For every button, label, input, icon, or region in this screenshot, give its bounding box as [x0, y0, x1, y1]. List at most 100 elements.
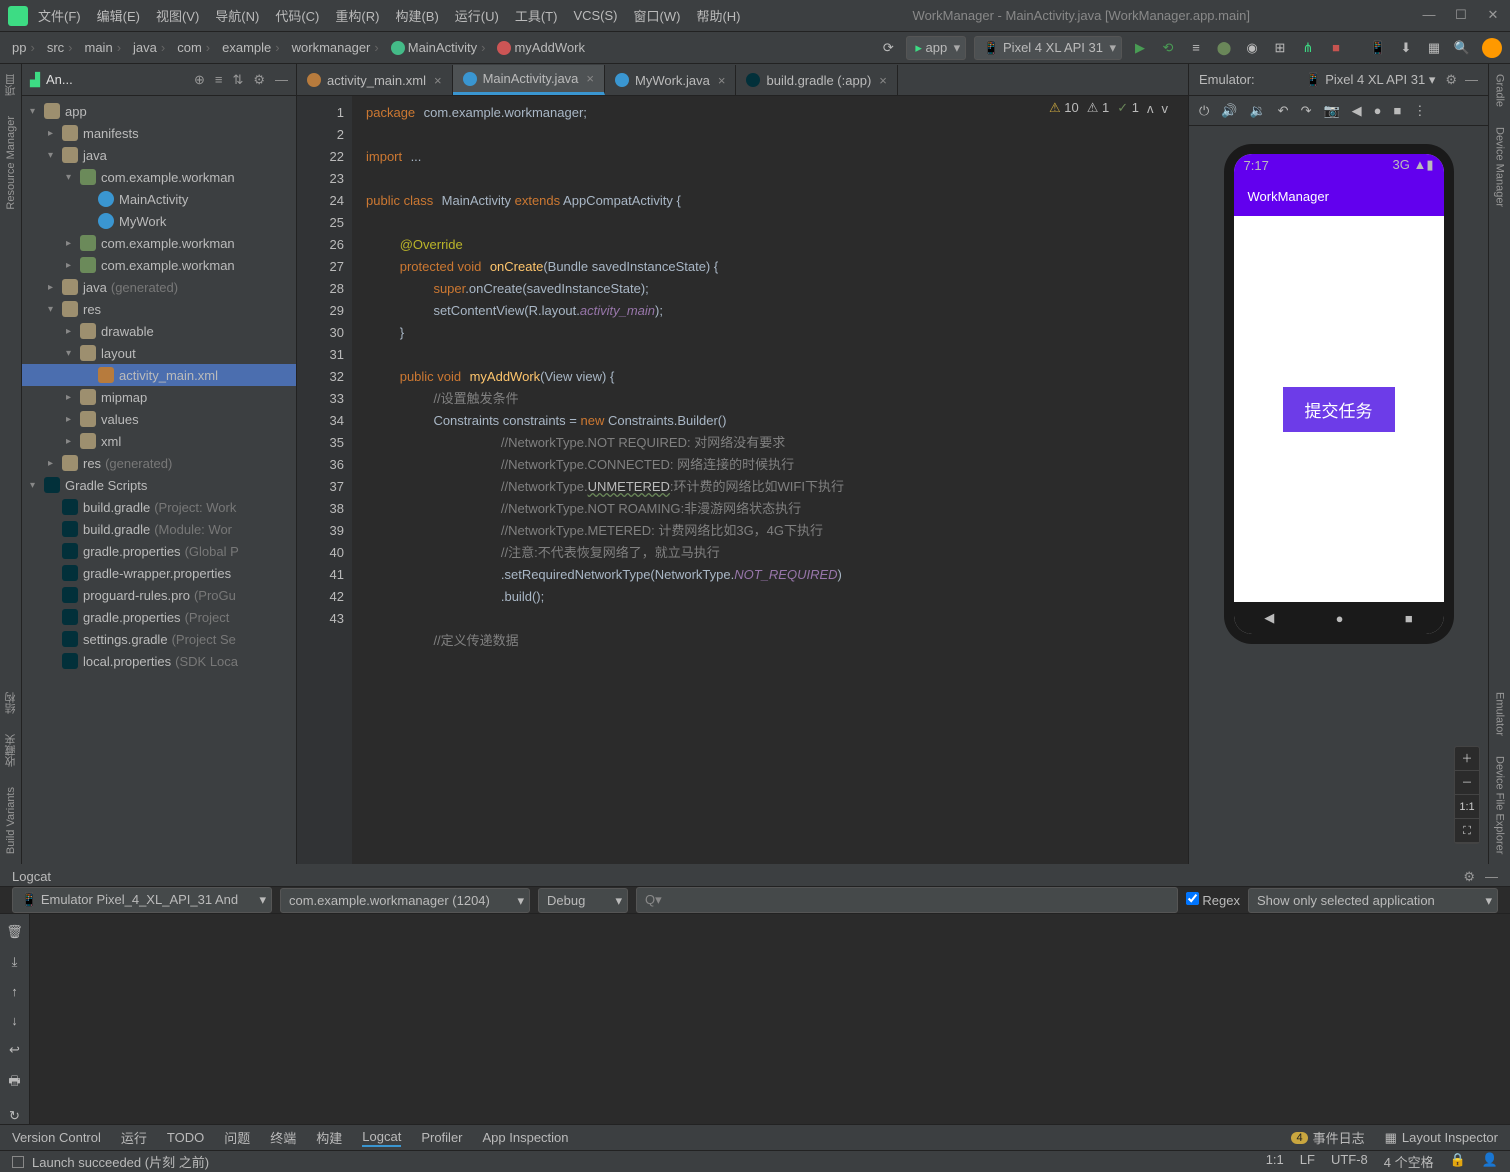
- menu-item[interactable]: 文件(F): [38, 6, 81, 25]
- breadcrumb-item[interactable]: workmanager: [288, 40, 387, 55]
- logcat-settings-icon[interactable]: ⚙: [1463, 869, 1475, 885]
- emulator-hide-icon[interactable]: —: [1465, 72, 1478, 87]
- restart-icon[interactable]: ↻: [9, 1108, 20, 1124]
- device-file-explorer-tab[interactable]: Device File Explorer: [1494, 756, 1506, 854]
- tree-node[interactable]: gradle.properties(Project: [22, 606, 296, 628]
- down-icon[interactable]: ↓: [11, 1013, 18, 1028]
- layout-inspector-button[interactable]: ▦ Layout Inspector: [1385, 1128, 1498, 1147]
- tree-node[interactable]: ▾layout: [22, 342, 296, 364]
- more-icon[interactable]: ⋮: [1413, 103, 1426, 119]
- coverage-icon[interactable]: ⊞: [1270, 40, 1290, 56]
- menu-item[interactable]: 代码(C): [275, 6, 319, 25]
- logcat-device-dropdown[interactable]: 📱 Emulator Pixel_4_XL_API_31 And: [12, 887, 272, 913]
- tree-node[interactable]: gradle-wrapper.properties: [22, 562, 296, 584]
- minimize-icon[interactable]: —: [1420, 7, 1438, 25]
- bottom-tool-构建[interactable]: 构建: [316, 1128, 342, 1147]
- breadcrumb-item[interactable]: src: [43, 40, 81, 55]
- attach-debugger-icon[interactable]: ⬤: [1214, 40, 1234, 56]
- bottom-tool-Version Control[interactable]: Version Control: [12, 1128, 101, 1147]
- resource-manager-tab[interactable]: Resource Manager: [5, 116, 17, 210]
- tree-node[interactable]: ▸java(generated): [22, 276, 296, 298]
- volume-down-icon[interactable]: 🔉: [1249, 103, 1265, 119]
- avd-icon[interactable]: 📱: [1368, 40, 1388, 56]
- bottom-tool-Profiler[interactable]: Profiler: [421, 1128, 462, 1147]
- back-icon[interactable]: ◀: [1352, 103, 1362, 119]
- device-manager-tab[interactable]: Device Manager: [1494, 127, 1506, 207]
- menu-item[interactable]: 编辑(E): [97, 6, 140, 25]
- up-icon[interactable]: ↑: [11, 984, 18, 999]
- editor-tab[interactable]: activity_main.xml×: [297, 65, 453, 95]
- editor-gutter[interactable]: 1222232425262728293031323334353637383940…: [297, 96, 352, 864]
- project-tool-tab[interactable]: 项目: [3, 74, 19, 96]
- overview-icon[interactable]: ■: [1394, 103, 1402, 118]
- tree-node[interactable]: ▾res: [22, 298, 296, 320]
- scroll-end-icon[interactable]: ⤓: [12, 954, 18, 970]
- hide-icon[interactable]: —: [275, 72, 288, 87]
- tree-node[interactable]: ▸values: [22, 408, 296, 430]
- tree-node[interactable]: proguard-rules.pro(ProGu: [22, 584, 296, 606]
- build-variants-tab[interactable]: Build Variants: [5, 787, 17, 854]
- tab-close-icon[interactable]: ×: [879, 73, 887, 88]
- structure-tool-tab[interactable]: 结构: [3, 692, 19, 714]
- target-icon[interactable]: ⊕: [194, 72, 205, 88]
- bottom-tool-运行[interactable]: 运行: [121, 1128, 147, 1147]
- menu-item[interactable]: 重构(R): [335, 6, 379, 25]
- menu-item[interactable]: VCS(S): [573, 8, 617, 23]
- android-icon[interactable]: ⋔: [1298, 40, 1318, 56]
- sync-icon[interactable]: ⟳: [878, 40, 898, 56]
- emulator-settings-icon[interactable]: ⚙: [1445, 72, 1457, 88]
- menu-item[interactable]: 导航(N): [215, 6, 259, 25]
- inspections-widget[interactable]: ⚠ 10 ⚠ 1 ✓ 1 ʌv: [1049, 100, 1168, 116]
- tree-node[interactable]: ▾app: [22, 100, 296, 122]
- tree-node[interactable]: ▸mipmap: [22, 386, 296, 408]
- device-screen[interactable]: 7:173G ▲▮ WorkManager 提交任务 ◀●■: [1234, 154, 1444, 634]
- rotate-left-icon[interactable]: ↶: [1278, 103, 1289, 119]
- wrap-icon[interactable]: ↩: [9, 1042, 20, 1058]
- logcat-level-dropdown[interactable]: Debug: [538, 888, 628, 913]
- bottom-tool-App Inspection[interactable]: App Inspection: [483, 1128, 569, 1147]
- print-icon[interactable]: 🖶: [8, 1072, 20, 1094]
- zoom-out-icon[interactable]: －: [1455, 771, 1479, 795]
- tree-node[interactable]: ▸drawable: [22, 320, 296, 342]
- clear-icon[interactable]: 🗑: [6, 924, 23, 940]
- sdk-icon[interactable]: ⬇: [1396, 40, 1416, 56]
- device-nav-bar[interactable]: ◀●■: [1234, 602, 1444, 634]
- structure-icon[interactable]: ▦: [1424, 40, 1444, 56]
- tab-close-icon[interactable]: ×: [586, 71, 594, 86]
- favorites-tool-tab[interactable]: 收藏夹: [3, 734, 19, 767]
- lock-icon[interactable]: 🔒: [1450, 1152, 1466, 1171]
- tree-node[interactable]: settings.gradle(Project Se: [22, 628, 296, 650]
- bottom-tool-Logcat[interactable]: Logcat: [362, 1128, 401, 1147]
- breadcrumb-item[interactable]: pp: [8, 40, 43, 55]
- zoom-in-icon[interactable]: ＋: [1455, 747, 1479, 771]
- encoding[interactable]: UTF-8: [1331, 1152, 1368, 1171]
- inspect-icon[interactable]: 👤: [1482, 1152, 1498, 1171]
- tree-node[interactable]: local.properties(SDK Loca: [22, 650, 296, 672]
- logcat-search-input[interactable]: Q▾: [636, 887, 1178, 913]
- zoom-11-icon[interactable]: 1:1: [1455, 795, 1479, 819]
- status-indicator-icon[interactable]: [12, 1156, 24, 1168]
- logcat-regex-checkbox[interactable]: Regex: [1186, 892, 1240, 908]
- tree-node[interactable]: build.gradle(Module: Wor: [22, 518, 296, 540]
- debug-icon[interactable]: ≡: [1186, 40, 1206, 55]
- run-config-dropdown[interactable]: ▸ app: [906, 36, 966, 60]
- caret-position[interactable]: 1:1: [1266, 1152, 1284, 1171]
- menu-item[interactable]: 帮助(H): [696, 6, 740, 25]
- menu-item[interactable]: 窗口(W): [634, 6, 681, 25]
- rotate-right-icon[interactable]: ↷: [1301, 103, 1312, 119]
- zoom-fit-icon[interactable]: ⛶: [1455, 819, 1479, 843]
- code-editor[interactable]: package com.example.workmanager; import …: [352, 96, 1188, 864]
- submit-task-button[interactable]: 提交任务: [1283, 387, 1395, 432]
- indent[interactable]: 4 个空格: [1384, 1152, 1434, 1171]
- event-log-button[interactable]: 4 事件日志: [1291, 1128, 1364, 1147]
- editor-tab[interactable]: build.gradle (:app)×: [736, 65, 897, 95]
- logcat-filter-dropdown[interactable]: Show only selected application: [1248, 888, 1498, 913]
- maximize-icon[interactable]: ☐: [1452, 7, 1470, 25]
- breadcrumb-item[interactable]: com: [173, 40, 218, 55]
- bottom-tool-问题[interactable]: 问题: [224, 1128, 250, 1147]
- search-icon[interactable]: 🔍: [1452, 40, 1472, 56]
- emulator-tool-tab[interactable]: Emulator: [1494, 692, 1506, 736]
- logcat-output[interactable]: [30, 914, 1510, 1124]
- menu-item[interactable]: 运行(U): [455, 6, 499, 25]
- profiler-icon[interactable]: ◉: [1242, 40, 1262, 56]
